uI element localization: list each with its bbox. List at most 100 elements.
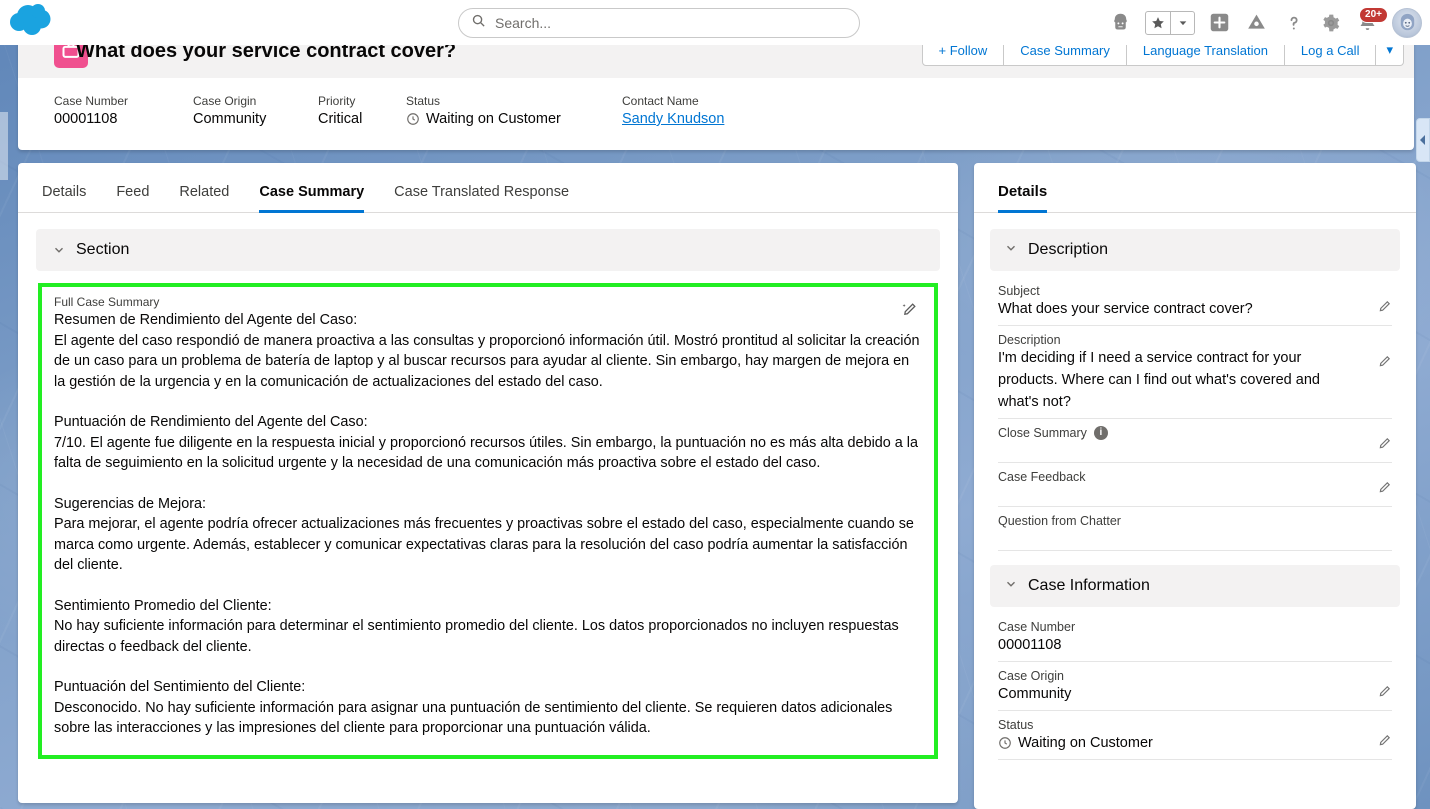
global-actions-plus-icon[interactable] xyxy=(1207,10,1232,35)
favorites-dropdown-icon[interactable] xyxy=(1170,11,1194,34)
field-close-summary: Close Summary i xyxy=(998,419,1392,463)
header-field-status: Status Waiting on Customer xyxy=(406,94,622,127)
full-case-summary-highlight-box: Full Case Summary Resumen de Rendimiento… xyxy=(38,283,938,759)
header-field-value: Critical xyxy=(318,111,363,127)
tab-details-panel[interactable]: Details xyxy=(998,183,1048,213)
summary-paragraph: No hay suficiente información para deter… xyxy=(54,618,899,655)
summary-heading: Puntuación del Sentimiento del Cliente: xyxy=(54,679,306,695)
header-field-case-number: Case Number 00001108 xyxy=(54,94,193,127)
field-case-origin: Case Origin Community xyxy=(998,662,1392,711)
tab-related[interactable]: Related xyxy=(179,184,229,213)
details-tab-bar: Details xyxy=(974,163,1416,213)
contact-name-link[interactable]: Sandy Knudson xyxy=(622,111,724,127)
description-section-header[interactable]: Description xyxy=(990,229,1400,271)
chevron-down-icon xyxy=(1004,241,1018,260)
case-information-section-header[interactable]: Case Information xyxy=(990,565,1400,607)
favorites-star-icon[interactable] xyxy=(1146,12,1170,34)
field-label: Subject xyxy=(998,284,1040,298)
case-information-section-title: Case Information xyxy=(1028,577,1150,594)
field-case-feedback: Case Feedback xyxy=(998,463,1392,507)
case-information-fields: Case Number 00001108 Case Origin Communi… xyxy=(974,613,1416,760)
search-input[interactable] xyxy=(495,15,847,31)
header-field-case-origin: Case Origin Community xyxy=(193,94,318,127)
utility-icons: 20+ xyxy=(1108,0,1422,45)
app-background: What does your service contract cover? +… xyxy=(0,0,1430,809)
field-question-from-chatter: Question from Chatter xyxy=(998,507,1392,551)
section-header-collapsible[interactable]: Section xyxy=(36,229,940,271)
field-subject: Subject What does your service contract … xyxy=(998,277,1392,326)
edit-pencil-icon[interactable] xyxy=(1377,354,1392,374)
main-tab-bar: Details Feed Related Case Summary Case T… xyxy=(18,163,958,213)
chevron-down-icon xyxy=(52,243,66,257)
section-title: Section xyxy=(76,241,130,258)
summary-paragraph: El agente del caso respondió de manera p… xyxy=(54,332,920,390)
field-label: Question from Chatter xyxy=(998,514,1121,528)
header-field-value-wrap: Waiting on Customer xyxy=(406,111,622,127)
content-area: Details Feed Related Case Summary Case T… xyxy=(18,163,1416,809)
header-field-contact-name: Contact Name Sandy Knudson xyxy=(622,94,724,127)
summary-paragraph: Para mejorar, el agente podría ofrecer a… xyxy=(54,516,914,573)
field-value: What does your service contract cover? xyxy=(998,301,1253,317)
summary-paragraph: 7/10. El agente fue diligente en la resp… xyxy=(54,434,918,472)
field-case-number: Case Number 00001108 xyxy=(998,613,1392,662)
help-icon[interactable] xyxy=(1281,10,1306,35)
salesforce-cloud-logo[interactable] xyxy=(8,2,66,42)
field-value: 00001108 xyxy=(998,637,1062,653)
notification-count-badge: 20+ xyxy=(1359,7,1388,23)
clock-icon xyxy=(998,736,1012,750)
favorites-group xyxy=(1145,10,1195,35)
tab-case-summary[interactable]: Case Summary xyxy=(259,184,365,213)
global-search-box[interactable] xyxy=(458,8,860,38)
summary-paragraph: Desconocido. No hay suficiente informaci… xyxy=(54,699,893,737)
field-value: Community xyxy=(998,686,1072,702)
field-label: Status xyxy=(998,718,1034,732)
guidance-center-icon[interactable] xyxy=(1108,10,1133,35)
header-field-value: Community xyxy=(193,111,267,127)
tab-details[interactable]: Details xyxy=(42,184,86,213)
field-label: Case Feedback xyxy=(998,470,1086,484)
global-top-bar: 20+ xyxy=(0,0,1430,45)
setup-gear-icon[interactable] xyxy=(1318,10,1343,35)
info-icon[interactable]: i xyxy=(1093,426,1108,440)
full-case-summary-text: Resumen de Rendimiento del Agente del Ca… xyxy=(50,309,926,739)
field-label: Close Summary xyxy=(998,426,1087,440)
edit-pencil-icon[interactable] xyxy=(1377,684,1392,704)
field-label: Description xyxy=(998,333,1061,347)
case-summary-panel: Details Feed Related Case Summary Case T… xyxy=(18,163,958,803)
header-field-label: Status xyxy=(406,94,441,108)
edit-pencil-icon[interactable] xyxy=(1377,480,1392,500)
summary-heading: Sugerencias de Mejora: xyxy=(54,495,206,512)
tab-case-translated-response[interactable]: Case Translated Response xyxy=(394,184,569,213)
description-section-title: Description xyxy=(1028,241,1109,258)
description-fields: Subject What does your service contract … xyxy=(974,277,1416,551)
notifications-bell-icon[interactable]: 20+ xyxy=(1355,7,1388,35)
edit-pencil-icon[interactable] xyxy=(1377,436,1392,456)
search-icon xyxy=(471,13,486,33)
app-launcher-icon[interactable] xyxy=(1244,10,1269,35)
summary-heading: Puntuación de Rendimiento del Agente del… xyxy=(54,414,368,430)
header-field-priority: Priority Critical xyxy=(318,94,406,127)
tab-feed[interactable]: Feed xyxy=(116,184,149,213)
details-side-panel: Details Description Subject What does yo… xyxy=(974,163,1416,809)
edit-pencil-icon[interactable] xyxy=(1377,299,1392,319)
left-edge-rail xyxy=(0,112,8,180)
field-value: I'm deciding if I need a service contrac… xyxy=(998,350,1320,410)
summary-heading: Sentimiento Promedio del Cliente: xyxy=(54,597,272,614)
full-case-summary-label: Full Case Summary xyxy=(54,295,160,309)
panel-collapse-handle[interactable] xyxy=(1416,118,1430,162)
header-field-label: Contact Name xyxy=(622,94,699,108)
header-field-label: Case Number xyxy=(54,94,129,108)
clock-icon xyxy=(406,112,420,126)
header-field-value: 00001108 xyxy=(54,111,118,127)
field-label: Case Origin xyxy=(998,669,1064,683)
summary-heading: Resumen de Rendimiento del Agente del Ca… xyxy=(54,312,358,328)
field-label: Case Number xyxy=(998,620,1076,634)
field-status: Status Waiting on Customer xyxy=(998,711,1392,760)
header-field-label: Priority xyxy=(318,94,356,108)
edit-pencil-icon[interactable] xyxy=(1377,733,1392,753)
ai-edit-pencil-icon[interactable] xyxy=(901,301,918,323)
header-field-label: Case Origin xyxy=(193,94,257,108)
record-header-fields: Case Number 00001108 Case Origin Communi… xyxy=(18,78,1414,127)
header-field-value: Waiting on Customer xyxy=(426,111,561,127)
user-avatar[interactable] xyxy=(1392,7,1422,38)
